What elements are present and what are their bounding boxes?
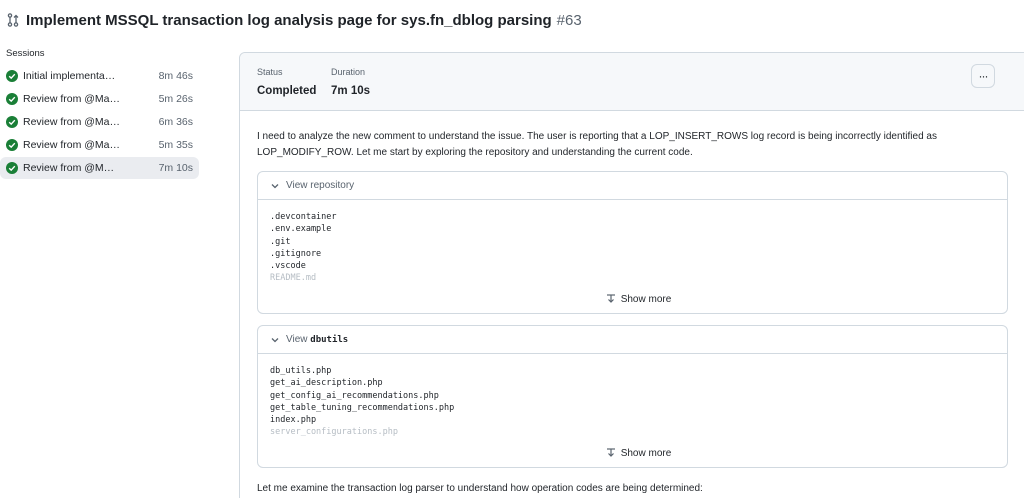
file-list: .devcontainer .env.example .git .gitigno… [258,200,1007,284]
more-options-button[interactable]: ··· [971,64,995,88]
show-more-label: Show more [620,447,672,459]
check-circle-icon [6,116,18,128]
session-item[interactable]: Review from @Ma… 6m 36s [0,111,199,133]
session-duration: 7m 10s [158,162,193,174]
session-item-active[interactable]: Review from @M… 7m 10s [0,157,199,179]
agent-message: I need to analyze the new comment to und… [257,129,977,161]
view-repository-card: View repository .devcontainer .env.examp… [257,171,1008,314]
show-more-button[interactable]: Show more [258,284,1007,313]
file-entry: get_ai_description.php [270,378,383,389]
file-entry: .devcontainer [270,212,337,222]
card-title-prefix: View [286,334,308,345]
check-circle-icon [6,93,18,105]
session-summary: Status Completed Duration 7m 10s ··· [240,53,1024,111]
check-circle-icon [6,139,18,151]
file-entry: .vscode [270,261,306,272]
file-entry: db_utils.php [270,366,332,376]
page-title: Implement MSSQL transaction log analysis… [26,11,552,29]
check-circle-icon [6,70,18,82]
file-entry: README.md [270,273,317,284]
session-label: Review from @Ma… [23,93,121,105]
session-duration: 5m 35s [158,139,193,151]
chevron-down-icon [271,337,279,342]
file-entry: .gitignore [270,248,322,259]
sessions-sidebar: Sessions Initial implementa… 8m 46s Revi… [0,44,205,180]
unfold-icon [606,448,615,457]
session-duration: 8m 46s [158,70,193,82]
pull-request-icon [6,13,20,27]
check-circle-icon [6,162,18,174]
file-entry: .env.example [270,224,332,235]
card-title: View dbutils [286,334,348,345]
card-header[interactable]: View dbutils [258,326,1007,354]
file-entry: get_config_ai_recommendations.php [270,390,439,401]
duration-value: 7m 10s [331,85,371,97]
file-list: db_utils.php get_ai_description.php get_… [258,354,1007,438]
sessions-heading: Sessions [6,48,45,59]
duration-stat: Duration 7m 10s [331,67,370,97]
chevron-down-icon [271,183,279,188]
file-entry: .git [270,236,291,247]
session-item[interactable]: Initial implementa… 8m 46s [0,65,199,87]
status-value: Completed [257,85,317,97]
session-label: Initial implementa… [23,70,116,82]
unfold-icon [606,294,615,303]
status-stat: Status Completed [257,67,316,97]
status-label: Status [257,67,283,77]
session-label: Review from @Ma… [23,116,121,128]
file-entry: index.php [270,415,317,426]
view-dbutils-card: View dbutils db_utils.php get_ai_descrip… [257,325,1008,468]
session-label: Review from @M… [23,162,115,174]
card-header[interactable]: View repository [258,172,1007,200]
file-entry: get_table_tuning_recommendations.php [270,402,455,413]
pr-number[interactable]: #63 [557,12,582,29]
show-more-button[interactable]: Show more [258,438,1007,467]
session-item[interactable]: Review from @Ma… 5m 26s [0,88,199,110]
card-title-code: dbutils [310,335,349,345]
session-item[interactable]: Review from @Ma… 5m 35s [0,134,199,156]
agent-message: Let me examine the transaction log parse… [257,483,703,494]
session-duration: 6m 36s [158,116,193,128]
card-title: View repository [286,180,355,191]
duration-label: Duration [331,67,366,77]
show-more-label: Show more [620,293,672,305]
file-entry: server_configurations.php [270,427,398,438]
session-detail-panel: Status Completed Duration 7m 10s ··· I n… [239,52,1024,498]
agent-message-line: LOP_MODIFY_ROW. Let me start by explorin… [257,147,693,158]
agent-message-line: I need to analyze the new comment to und… [257,131,937,142]
session-duration: 5m 26s [158,93,193,105]
session-label: Review from @Ma… [23,139,121,151]
page-header: Implement MSSQL transaction log analysis… [0,0,1024,40]
